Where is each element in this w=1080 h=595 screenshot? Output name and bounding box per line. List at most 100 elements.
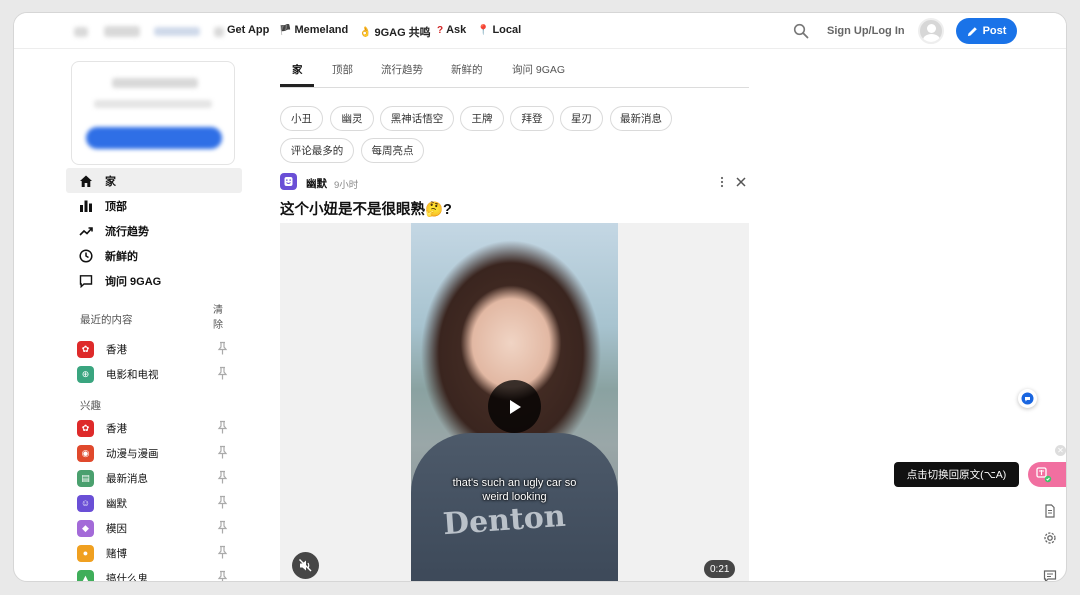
- promo-card: [71, 61, 235, 165]
- interest-item-label: 动漫与漫画: [106, 447, 159, 460]
- pin-icon[interactable]: [216, 470, 229, 485]
- sidebar-nav-trending[interactable]: 流行趋势: [66, 218, 242, 243]
- diamond-icon: ◆: [77, 519, 94, 537]
- close-icon[interactable]: [735, 176, 747, 188]
- pin-icon[interactable]: [216, 420, 229, 435]
- interest-item-label: 幽默: [106, 497, 127, 510]
- pin-icon[interactable]: [216, 545, 229, 560]
- interest-item[interactable]: ◆ 模因: [77, 517, 229, 539]
- translate-toggle-button[interactable]: [1028, 462, 1066, 487]
- post-timestamp: 9小时: [334, 180, 359, 191]
- sidebar-nav-ask-9gag[interactable]: 询问 9GAG: [66, 268, 242, 293]
- promo-subtitle: [94, 100, 212, 108]
- browser-frame: Get App 🏴 Memeland 👌 9GAG 共鸣 ? Ask 📍 Local S…: [13, 12, 1067, 582]
- post-button[interactable]: Post: [956, 18, 1017, 44]
- interests-section-title: 兴趣: [80, 400, 101, 412]
- recent-item[interactable]: ✿ 香港: [77, 338, 229, 360]
- interest-item[interactable]: ▲ 搞什么鬼: [77, 567, 229, 582]
- tag-chip[interactable]: 评论最多的: [280, 138, 354, 163]
- gamepad-icon: ●: [77, 544, 94, 562]
- search-icon[interactable]: [793, 23, 809, 39]
- pin-icon[interactable]: [216, 570, 229, 582]
- get-app-link[interactable]: Get App: [227, 24, 269, 36]
- translate-icon: [1036, 466, 1052, 482]
- tab-fresh[interactable]: 新鲜的: [451, 62, 483, 77]
- interest-item[interactable]: ☺ 幽默: [77, 492, 229, 514]
- post-header: 幽默 9小时: [280, 173, 749, 191]
- pin-icon[interactable]: [216, 520, 229, 535]
- tabs-divider: [280, 87, 749, 88]
- post-section-name[interactable]: 幽默: [306, 176, 327, 191]
- muted-speaker-icon: [299, 559, 312, 572]
- promo-title: [112, 78, 198, 88]
- post-title[interactable]: 这个小妞是不是很眼熟🤔?: [280, 198, 452, 219]
- tab-top[interactable]: 顶部: [332, 62, 353, 77]
- document-icon[interactable]: [1043, 504, 1057, 518]
- movie-tv-icon: ⊕: [77, 365, 94, 383]
- sidebar-nav-fresh[interactable]: 新鲜的: [66, 243, 242, 268]
- tag-chip[interactable]: 最新消息: [610, 106, 672, 131]
- local-link[interactable]: 📍 Local: [477, 24, 521, 36]
- interest-item-label: 香港: [106, 422, 127, 435]
- tag-chip[interactable]: 王牌: [460, 106, 504, 131]
- tag-chip[interactable]: 拜登: [510, 106, 554, 131]
- flag-icon: 🏴: [279, 24, 292, 36]
- humor-icon: ☺: [77, 494, 94, 512]
- bar-chart-icon: [80, 200, 92, 212]
- tab-trending[interactable]: 流行趋势: [381, 62, 423, 77]
- feedback-icon[interactable]: [1043, 569, 1057, 582]
- pin-icon[interactable]: [216, 341, 229, 356]
- interest-item-label: 赌博: [106, 547, 127, 560]
- wtf-icon: ▲: [77, 569, 94, 581]
- logo[interactable]: [104, 26, 140, 37]
- memeland-link[interactable]: 🏴 Memeland: [279, 24, 348, 36]
- mask-icon: [284, 177, 293, 186]
- promo-button[interactable]: [86, 127, 222, 149]
- tag-chip[interactable]: 幽灵: [330, 106, 374, 131]
- 9gag-resonance-link[interactable]: 👌 9GAG 共鸣: [359, 24, 431, 40]
- close-icon[interactable]: ✕: [1055, 445, 1066, 456]
- sidebar-nav-home[interactable]: 家: [66, 168, 242, 193]
- pin-location-icon: 📍: [477, 24, 490, 36]
- menu-icon[interactable]: [74, 27, 88, 37]
- sign-up-login-link[interactable]: Sign Up/Log In: [827, 25, 905, 37]
- sidebar-nav-top[interactable]: 顶部: [66, 193, 242, 218]
- settings-gear-icon[interactable]: [1043, 531, 1057, 545]
- tab-ask-9gag[interactable]: 询问 9GAG: [512, 62, 565, 77]
- avatar[interactable]: [918, 18, 944, 44]
- tag-chip[interactable]: 小丑: [280, 106, 323, 131]
- humor-section-icon[interactable]: [280, 173, 297, 190]
- top-bar: Get App 🏴 Memeland 👌 9GAG 共鸣 ? Ask 📍 Local S…: [14, 13, 1066, 49]
- hong-kong-flag-icon: ✿: [77, 419, 94, 437]
- chat-bubble-button[interactable]: [1018, 389, 1037, 408]
- recent-item-label: 电影和电视: [106, 368, 159, 381]
- pin-icon[interactable]: [216, 445, 229, 460]
- tag-chip[interactable]: 星刃: [560, 106, 603, 131]
- tag-chip[interactable]: 每周亮点: [361, 138, 424, 163]
- pin-icon[interactable]: [216, 366, 229, 381]
- interest-item-label: 搞什么鬼: [106, 572, 148, 582]
- interest-item[interactable]: ✿ 香港: [77, 417, 229, 439]
- more-options-icon[interactable]: [716, 175, 728, 189]
- blurred-link[interactable]: [154, 27, 200, 36]
- video-duration: 0:21: [704, 560, 736, 578]
- mute-button[interactable]: [292, 552, 319, 579]
- recent-section-title: 最近的内容: [80, 314, 133, 326]
- play-button[interactable]: [488, 380, 541, 433]
- ask-link[interactable]: ? Ask: [437, 24, 466, 36]
- clock-icon: [79, 248, 93, 263]
- video-player[interactable]: Denton that's such an ugly car so weird …: [280, 223, 749, 581]
- clear-recent-button[interactable]: 清除: [213, 303, 227, 333]
- pin-icon[interactable]: [216, 495, 229, 510]
- recent-item[interactable]: ⊕ 电影和电视: [77, 363, 229, 385]
- recent-item-label: 香港: [106, 343, 127, 356]
- tab-home[interactable]: 家: [292, 62, 303, 77]
- play-icon: [509, 399, 521, 414]
- interest-item-label: 最新消息: [106, 472, 148, 485]
- chat-bubble-icon: [1021, 392, 1034, 405]
- interest-item[interactable]: ◉ 动漫与漫画: [77, 442, 229, 464]
- tag-chip[interactable]: 黑神话悟空: [380, 106, 454, 131]
- anime-manga-icon: ◉: [77, 444, 94, 462]
- interest-item[interactable]: ● 赌博: [77, 542, 229, 564]
- interest-item[interactable]: ▤ 最新消息: [77, 467, 229, 489]
